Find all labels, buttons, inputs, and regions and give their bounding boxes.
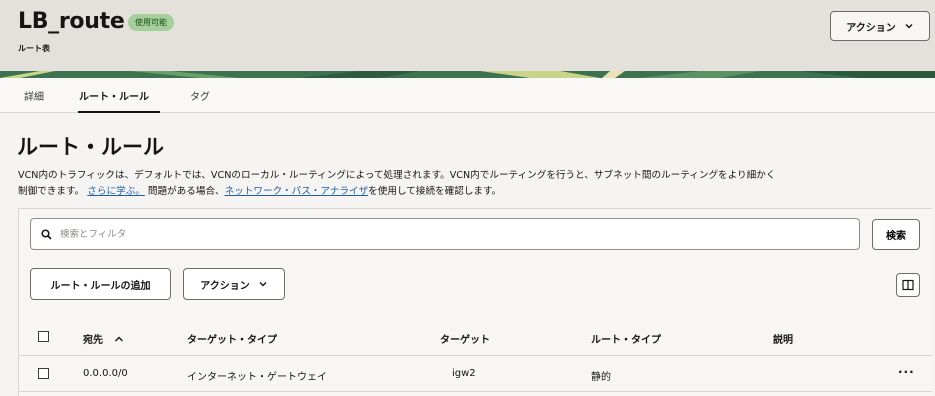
active-tab-indicator: [78, 111, 160, 113]
tab-details[interactable]: 詳細: [24, 88, 44, 103]
cell-route-type: 静的: [591, 372, 611, 383]
search-button[interactable]: 検索: [872, 219, 920, 250]
tab-route-rules[interactable]: ルート・ルール: [79, 88, 149, 103]
row-actions-menu-icon[interactable]: ···: [898, 365, 915, 379]
header-actions-button[interactable]: アクション: [830, 11, 930, 41]
tab-bar: 詳細 ルート・ルール タグ: [0, 78, 935, 113]
description-line-1: VCN内のトラフィックは、デフォルトでは、VCNのローカル・ルーティングによって…: [18, 170, 776, 181]
column-header-destination[interactable]: 宛先: [83, 331, 124, 346]
resource-type-label: ルート表: [18, 44, 50, 53]
add-route-rule-button[interactable]: ルート・ルールの追加: [30, 268, 171, 300]
table-actions-label: アクション: [200, 280, 250, 292]
search-field[interactable]: [30, 218, 860, 250]
cell-destination: 0.0.0.0/0: [83, 368, 128, 379]
page-header: LB_route 使用可能 ルート表 アクション: [0, 0, 935, 71]
tab-tags[interactable]: タグ: [190, 88, 210, 103]
chevron-down-icon: [905, 24, 913, 29]
description-line-2: 制御できます。 さらに学ぶ。 問題がある場合、ネットワーク・パス・アナライザを使…: [18, 184, 930, 200]
search-icon: [41, 228, 52, 240]
section-title: ルート・ルール: [17, 135, 164, 159]
header-banner: [0, 71, 935, 78]
column-header-target[interactable]: ターゲット: [440, 331, 490, 346]
column-header-target-type[interactable]: ターゲット・タイプ: [187, 331, 277, 346]
cell-target-type: インターネット・ゲートウェイ: [187, 372, 327, 383]
learn-more-link[interactable]: さらに学ぶ。: [87, 186, 145, 197]
status-badge: 使用可能: [128, 14, 174, 31]
network-path-analyzer-link[interactable]: ネットワーク・パス・アナライザ: [225, 186, 369, 197]
section-description: VCN内のトラフィックは、デフォルトでは、VCNのローカル・ルーティングによって…: [18, 168, 930, 200]
column-header-route-type[interactable]: ルート・タイプ: [591, 331, 661, 346]
chevron-down-icon: [259, 282, 267, 287]
search-input[interactable]: [60, 228, 820, 240]
columns-icon: [902, 279, 914, 291]
cell-target: igw2: [452, 368, 476, 379]
description-text-b: 問題がある場合、: [147, 186, 225, 197]
table-actions-button[interactable]: アクション: [183, 268, 285, 300]
header-actions-label: アクション: [846, 22, 896, 34]
column-header-description[interactable]: 説明: [773, 331, 793, 346]
page-title-resource: LB_route: [18, 9, 125, 34]
row-checkbox[interactable]: [38, 368, 49, 379]
select-all-checkbox[interactable]: [38, 331, 49, 342]
description-text-c: を使用して接続を確認します。: [368, 186, 502, 197]
sort-ascending-icon: [115, 336, 124, 342]
description-text-a: 制御できます。: [18, 186, 85, 197]
table-row-divider: [18, 391, 932, 392]
table-header-divider: [18, 355, 932, 356]
column-view-toggle[interactable]: [896, 273, 920, 297]
